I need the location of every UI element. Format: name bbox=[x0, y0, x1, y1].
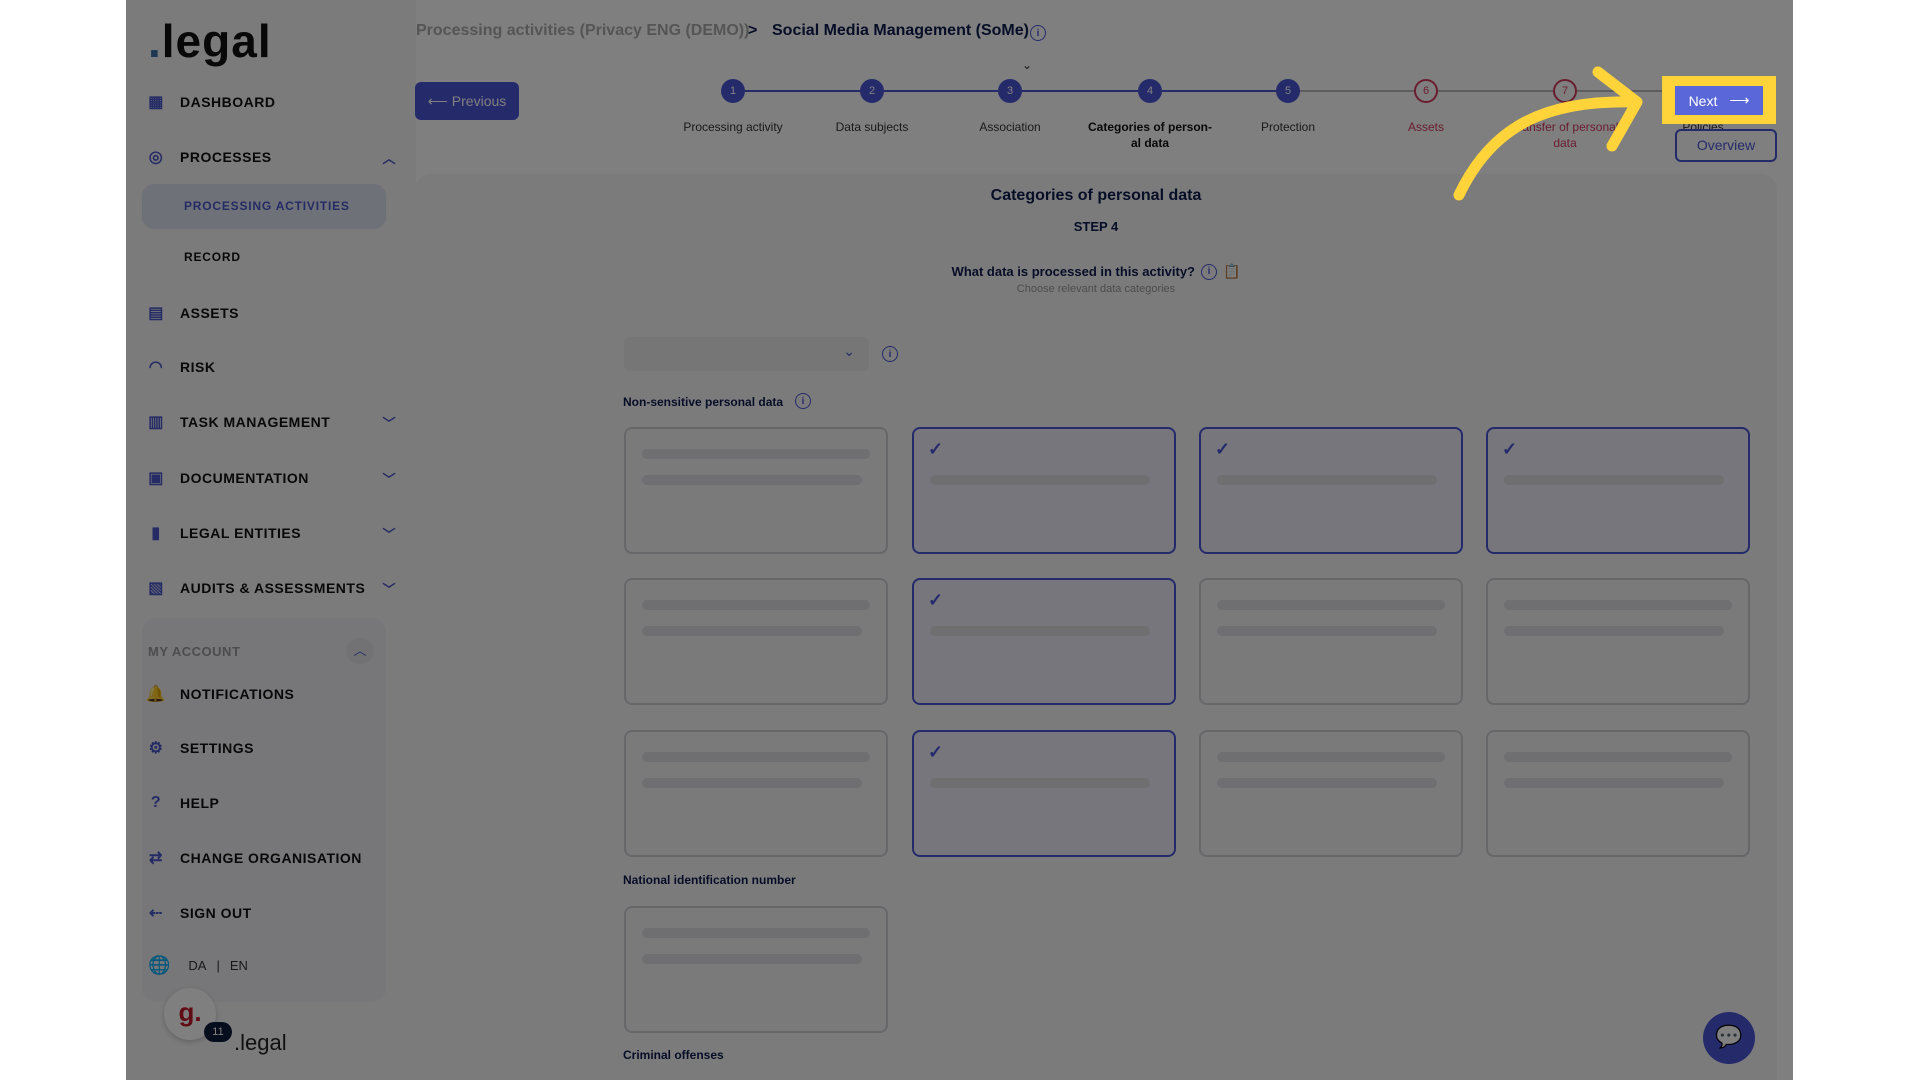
yellow-arrow-annotation bbox=[1453, 66, 1643, 201]
